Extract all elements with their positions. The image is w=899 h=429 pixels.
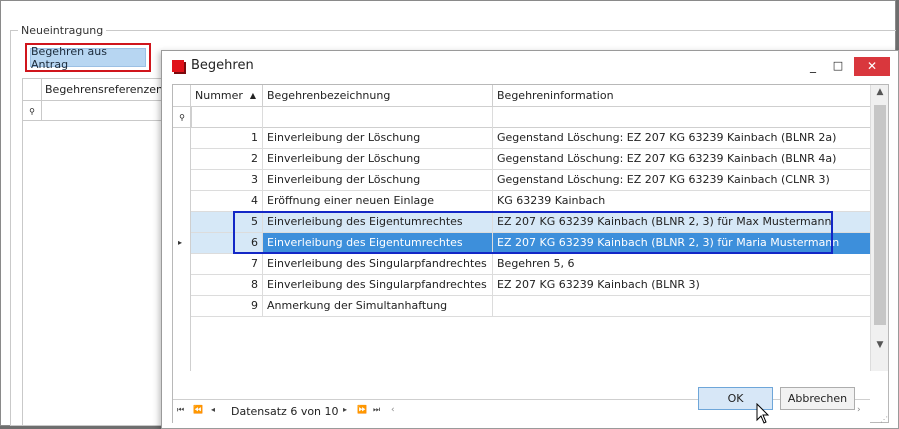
cell-nummer: 4 [191, 191, 263, 212]
mouse-cursor-icon [756, 403, 770, 424]
cancel-button[interactable]: Abbrechen [780, 387, 855, 410]
table-row[interactable]: 8 Einverleibung des Singularpfandrechtes… [191, 275, 870, 296]
cell-bezeichnung: Einverleibung der Löschung [263, 149, 493, 170]
table-row[interactable]: 1 Einverleibung der Löschung Gegenstand … [191, 128, 870, 149]
cell-nummer: 2 [191, 149, 263, 170]
cell-nummer: 7 [191, 254, 263, 275]
sort-ascending-icon: ▲ [249, 91, 256, 100]
highlight-rows-annotation [233, 211, 833, 254]
app-red-square-icon [172, 60, 184, 72]
cell-bezeichnung: Einverleibung der Löschung [263, 170, 493, 191]
cell-bezeichnung: Einverleibung der Löschung [263, 128, 493, 149]
column-header-begehreninformation[interactable]: Begehreninformation [493, 85, 870, 107]
column-header-begehrenbezeichnung[interactable]: Begehrenbezeichnung [263, 85, 493, 107]
prev-record-icon[interactable]: ◂ [211, 405, 215, 414]
cell-bezeichnung: Einverleibung des Singularpfandrechtes [263, 254, 493, 275]
begehren-aus-antrag-button[interactable]: Begehren aus Antrag [30, 45, 146, 71]
maximize-button[interactable]: □ [829, 57, 847, 75]
cell-information [493, 296, 870, 317]
left-grid-header: Begehrensreferenzen [23, 79, 163, 101]
table-row[interactable]: 4 Eröffnung einer neuen Einlage KG 63239… [191, 191, 870, 212]
left-grid-indicator [23, 79, 42, 101]
column-header-nummer[interactable]: Nummer ▲ [191, 85, 263, 107]
close-button[interactable]: ✕ [854, 57, 890, 76]
dialog-title: Begehren [191, 58, 254, 73]
scroll-left-icon[interactable]: ‹ [391, 405, 395, 415]
antrag-button-highlight: Begehren aus Antrag [25, 43, 151, 72]
first-record-icon[interactable]: ⏮ [177, 405, 184, 415]
grid-filter-row[interactable]: ⚲ [173, 107, 870, 128]
cell-information: Gegenstand Löschung: EZ 207 KG 63239 Kai… [497, 131, 837, 144]
dialog-titlebar[interactable]: Begehren _ □ ✕ [162, 51, 898, 81]
cell-nummer: 3 [191, 170, 263, 191]
filter-pin-icon: ⚲ [23, 101, 42, 121]
minimize-button[interactable]: _ [804, 57, 822, 75]
table-row[interactable]: 9 Anmerkung der Simultanhaftung [191, 296, 870, 317]
prev-page-icon[interactable]: ⏪ [193, 405, 203, 414]
cell-information: Gegenstand Löschung: EZ 207 KG 63239 Kai… [497, 152, 837, 165]
filter-cell-bezeichnung[interactable] [263, 107, 493, 128]
cell-bezeichnung: Einverleibung des Singularpfandrechtes [263, 275, 493, 296]
column-header-label: Begehreninformation [497, 89, 614, 102]
cell-nummer: 9 [191, 296, 263, 317]
table-row[interactable]: 3 Einverleibung der Löschung Gegenstand … [191, 170, 870, 191]
group-title: Neueintragung [18, 24, 107, 37]
cell-information: Begehren 5, 6 [497, 257, 575, 270]
cell-information: Gegenstand Löschung: EZ 207 KG 63239 Kai… [497, 173, 830, 186]
cell-nummer: 1 [191, 128, 263, 149]
filter-cell-nummer[interactable] [191, 107, 263, 128]
column-header-label: Nummer [195, 89, 243, 102]
scroll-thumb[interactable] [874, 105, 886, 325]
scroll-up-icon[interactable]: ▲ [871, 87, 889, 97]
next-page-icon[interactable]: ⏩ [357, 405, 367, 414]
left-grid-filter-row[interactable]: ⚲ [23, 101, 163, 121]
record-position-text: Datensatz 6 von 10 [231, 405, 339, 418]
row-indicator-column [173, 85, 191, 371]
cell-information: EZ 207 KG 63239 Kainbach (BLNR 3) [497, 278, 700, 291]
begehrensreferenzen-grid: Begehrensreferenzen ⚲ [22, 78, 163, 426]
scroll-right-icon[interactable]: › [857, 405, 861, 415]
cell-information: KG 63239 Kainbach [497, 194, 606, 207]
column-header-label: Begehrenbezeichnung [267, 89, 391, 102]
column-header-begehrensreferenzen[interactable]: Begehrensreferenzen [45, 83, 163, 96]
resize-grip-icon[interactable]: ⋰ [880, 415, 888, 424]
current-row-icon: ▸ [178, 238, 183, 247]
next-record-icon[interactable]: ▸ [343, 405, 347, 414]
grid-header: Nummer ▲ Begehrenbezeichnung Begehreninf… [173, 85, 870, 107]
cell-bezeichnung: Eröffnung einer neuen Einlage [263, 191, 493, 212]
table-row[interactable]: 7 Einverleibung des Singularpfandrechtes… [191, 254, 870, 275]
table-row[interactable]: 2 Einverleibung der Löschung Gegenstand … [191, 149, 870, 170]
cell-bezeichnung: Anmerkung der Simultanhaftung [263, 296, 493, 317]
last-record-icon[interactable]: ⏭ [373, 405, 380, 415]
cell-nummer: 8 [191, 275, 263, 296]
scroll-down-icon[interactable]: ▼ [871, 340, 889, 350]
vertical-scrollbar[interactable]: ▲ ▼ [870, 85, 888, 371]
